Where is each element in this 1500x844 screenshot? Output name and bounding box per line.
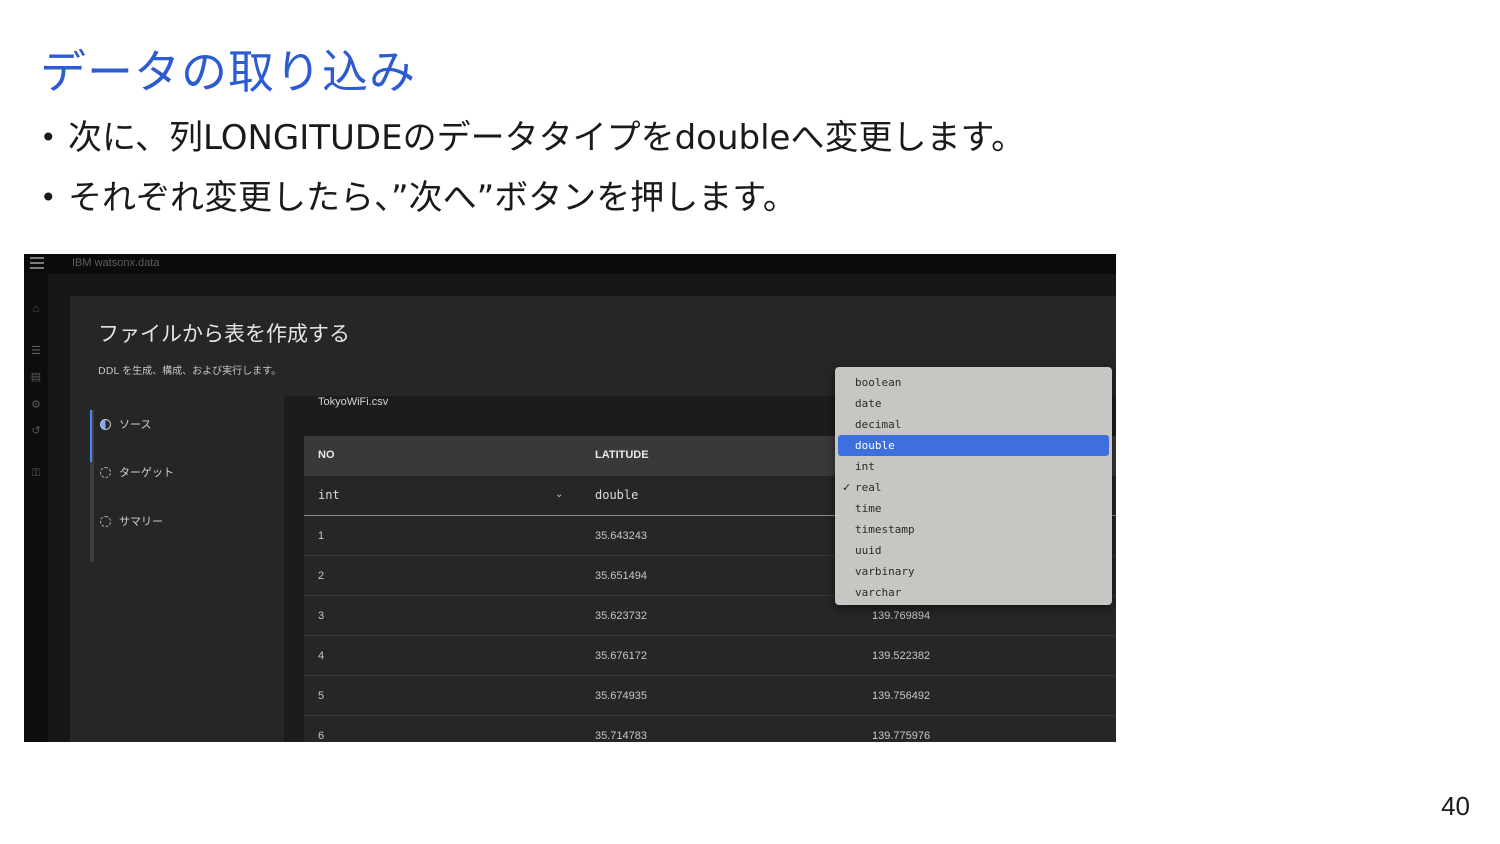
bullet-item: それぞれ変更したら、”次へ”ボタンを押します。 — [40, 168, 1025, 228]
table-row: 6 35.714783 139.775976 — [304, 716, 1116, 742]
step-label: サマリー — [119, 515, 163, 528]
bullet-item: 次に、列LONGITUDEのデータタイプをdoubleへ変更します。 — [40, 108, 1025, 168]
progress-track — [90, 410, 94, 562]
cell-no: 3 — [318, 610, 325, 622]
access-icon[interactable]: ⚿ — [29, 466, 43, 480]
dropdown-option-date[interactable]: date — [835, 393, 1112, 414]
infrastructure-icon[interactable]: ☰ — [29, 344, 43, 358]
type-select-latitude[interactable]: double — [595, 488, 638, 502]
type-select-no[interactable]: int — [318, 488, 340, 502]
cell-no: 1 — [318, 530, 325, 542]
dropdown-option-label: boolean — [855, 376, 902, 389]
dropdown-option-label: varchar — [855, 586, 902, 599]
cell-latitude: 35.623732 — [595, 610, 647, 622]
table-row: 5 35.674935 139.756492 — [304, 676, 1116, 716]
dropdown-option-label: date — [855, 397, 882, 410]
dropdown-option-int[interactable]: int — [835, 456, 1112, 477]
dropdown-option-timestamp[interactable]: timestamp — [835, 519, 1112, 540]
cell-no: 4 — [318, 650, 325, 662]
dropdown-option-double[interactable]: double — [838, 435, 1109, 456]
data-manager-icon[interactable]: ▤ — [29, 370, 43, 384]
dropdown-option-label: uuid — [855, 544, 882, 557]
slide-title: データの取り込み — [40, 45, 416, 99]
step-active-icon — [100, 418, 111, 430]
step-target[interactable]: ターゲット — [100, 464, 174, 480]
dropdown-option-label: real — [855, 481, 882, 494]
cell-latitude: 35.643243 — [595, 530, 647, 542]
cell-no: 6 — [318, 730, 325, 742]
dialog-subtitle: DDL を生成、構成、および実行します。 — [98, 366, 282, 377]
step-pending-icon — [100, 515, 111, 527]
dropdown-option-decimal[interactable]: decimal — [835, 414, 1112, 435]
step-pending-icon — [100, 466, 111, 478]
bullet-list: 次に、列LONGITUDEのデータタイプをdoubleへ変更します。 それぞれ変… — [40, 108, 1025, 228]
top-bar: IBM watsonx.data — [24, 254, 1116, 274]
file-name: TokyoWiFi.csv — [318, 396, 389, 408]
home-icon[interactable]: ⌂ — [29, 302, 43, 316]
step-label: ターゲット — [119, 466, 174, 479]
type-dropdown-menu: boolean date decimal double int ✓ real time time… — [835, 367, 1112, 605]
page-number: 40 — [1441, 791, 1470, 821]
chevron-down-icon[interactable]: ⌄ — [555, 489, 563, 500]
step-summary[interactable]: サマリー — [100, 513, 163, 529]
dropdown-option-label: varbinary — [855, 565, 915, 578]
app-screenshot: IBM watsonx.data ⌂ ☰ ▤ ⚙ ↺ ⚿ ファイルから表を作成す… — [24, 254, 1116, 742]
cell-longitude: 139.775976 — [872, 730, 931, 742]
dropdown-option-label: decimal — [855, 418, 902, 431]
cell-no: 2 — [318, 570, 325, 582]
brand-name: IBM watsonx.data — [72, 257, 160, 269]
cell-latitude: 35.714783 — [595, 730, 647, 742]
dropdown-option-label: timestamp — [855, 523, 915, 536]
dropdown-option-real[interactable]: ✓ real — [835, 477, 1112, 498]
step-source[interactable]: ソース — [100, 416, 151, 432]
dropdown-option-label: time — [855, 502, 882, 515]
dropdown-option-label: int — [855, 460, 875, 473]
dropdown-option-boolean[interactable]: boolean — [835, 372, 1112, 393]
cell-longitude: 139.522382 — [872, 650, 931, 662]
cell-no: 5 — [318, 690, 325, 702]
dropdown-option-uuid[interactable]: uuid — [835, 540, 1112, 561]
dropdown-option-varbinary[interactable]: varbinary — [835, 561, 1112, 582]
column-header-no: NO — [318, 449, 335, 461]
checkmark-icon: ✓ — [842, 481, 852, 494]
cell-latitude: 35.674935 — [595, 690, 647, 702]
cell-latitude: 35.676172 — [595, 650, 647, 662]
dropdown-option-label: double — [855, 439, 895, 452]
cell-longitude: 139.756492 — [872, 690, 931, 702]
cell-longitude: 139.769894 — [872, 610, 931, 622]
step-label: ソース — [119, 418, 152, 431]
table-row: 4 35.676172 139.522382 — [304, 636, 1116, 676]
column-header-latitude: LATITUDE — [595, 449, 649, 461]
dropdown-option-time[interactable]: time — [835, 498, 1112, 519]
history-icon[interactable]: ↺ — [29, 424, 43, 438]
menu-icon[interactable] — [30, 257, 44, 269]
cell-latitude: 35.651494 — [595, 570, 647, 582]
workspace-icon[interactable]: ⚙ — [29, 398, 43, 412]
dialog-title: ファイルから表を作成する — [98, 322, 350, 346]
dropdown-option-varchar[interactable]: varchar — [835, 582, 1112, 603]
side-rail: ⌂ ☰ ▤ ⚙ ↺ ⚿ — [24, 274, 48, 742]
